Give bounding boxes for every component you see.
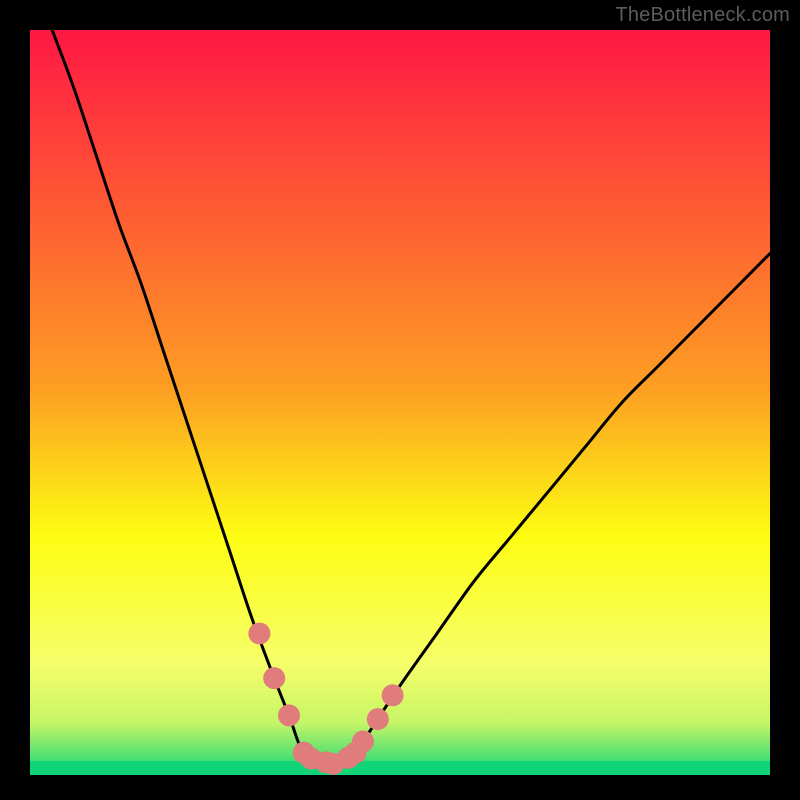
marker-dot [367, 708, 389, 730]
bottom-green-band [30, 761, 770, 775]
plot-area [30, 30, 770, 775]
marker-dot [382, 684, 404, 706]
marker-dot [263, 667, 285, 689]
plot-svg [0, 0, 800, 800]
chart-stage: TheBottleneck.com [0, 0, 800, 800]
marker-dot [248, 622, 270, 644]
marker-dot [278, 704, 300, 726]
watermark-text: TheBottleneck.com [615, 4, 790, 27]
marker-dot [352, 730, 374, 752]
